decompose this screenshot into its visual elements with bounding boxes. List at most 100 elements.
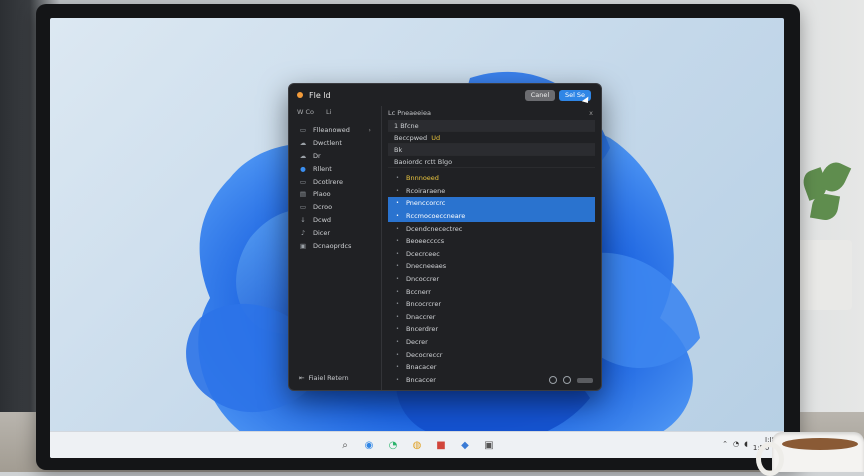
screen: Fle ld Canel Sel Se W Co Li ▭ Flleanowed ›… [50, 18, 784, 458]
breadcrumb-item[interactable]: Baoiordc rctt Blgo [388, 156, 595, 168]
file-row-label: Dncoccrer [406, 275, 440, 284]
edge-icon[interactable]: ◔ [386, 438, 400, 452]
sidebar-item-label: Dr [313, 151, 321, 160]
breadcrumb-label: 1 Bfcne [394, 121, 419, 130]
sidebar-item-label: Flleanowed [313, 126, 350, 135]
search-icon[interactable]: ⌕ [338, 438, 352, 452]
pane-title: Lc Pneaeeiea [388, 109, 431, 117]
sidebar-tab[interactable]: Li [326, 108, 331, 116]
file-row[interactable]: • Rccmocoeccneare [388, 209, 595, 223]
view-toggle-icon[interactable] [549, 376, 557, 384]
breadcrumb-item[interactable]: Beccpwed Ud [388, 132, 595, 144]
sidebar-tab[interactable]: W Co [297, 108, 314, 116]
file-row-label: Bnacacer [406, 363, 437, 372]
file-row-label: Dnecneeaes [406, 262, 447, 271]
files-icon[interactable]: ▣ [482, 438, 496, 452]
file-row-label: Bncerdrer [406, 325, 439, 334]
file-row[interactable]: • Dncoccrer [388, 273, 595, 286]
network-icon[interactable]: ◔ [733, 440, 739, 448]
sidebar-item[interactable]: ▣ Dcnaoprdcs [289, 239, 381, 252]
bullet-icon: • [396, 288, 399, 295]
file-list: • Bnnnoeed • Rcoiraraene • Pnenccorcrc • Rccmoc… [388, 172, 595, 386]
breadcrumb: 1 Bfcne Beccpwed Ud Bk Baoiordc rctt Blgo [388, 120, 595, 168]
file-row[interactable]: • Rcoiraraene [388, 185, 595, 198]
folder-icon: ▭ [299, 177, 307, 186]
pane-header: Lc Pneaeeiea x [382, 106, 601, 120]
chrome-icon[interactable]: ◍ [410, 438, 424, 452]
monitor: Fle ld Canel Sel Se W Co Li ▭ Flleanowed ›… [36, 4, 800, 470]
sidebar-item[interactable]: ● Rllent [289, 162, 381, 175]
sidebar-item[interactable]: ▭ Flleanowed › [289, 124, 381, 137]
chevron-up-icon[interactable]: ⌃ [722, 440, 728, 448]
file-row-label: Decocreccr [406, 350, 443, 359]
bullet-icon: • [396, 326, 399, 333]
bullet-icon: • [396, 250, 399, 257]
sidebar-item[interactable]: ☁ Dwctlent [289, 137, 381, 150]
browser-icon[interactable]: ◉ [362, 438, 376, 452]
bullet-icon: • [396, 313, 399, 320]
file-row-label: Dnaccrer [406, 312, 436, 321]
breadcrumb-item[interactable]: Bk [388, 144, 595, 156]
sidebar-item[interactable]: ▭ Dcroo [289, 201, 381, 214]
sidebar-item[interactable]: ☁ Dr [289, 150, 381, 163]
cloud-icon: ☁ [299, 139, 307, 148]
file-row-label: Bccnerr [406, 287, 431, 296]
file-row[interactable]: • Dnaccrer [388, 311, 595, 324]
file-row[interactable]: • Bncocrcrer [388, 298, 595, 311]
sidebar-item-label: Dwctlent [313, 139, 342, 148]
file-row-label: Beoeeccccs [406, 237, 445, 246]
file-row[interactable]: • Decrer [388, 336, 595, 349]
breadcrumb-label: Baoiordc rctt Blgo [394, 157, 453, 166]
settings-icon[interactable]: ◆ [458, 438, 472, 452]
taskbar-icons: ⌕ ◉ ◔ ◍ ■ ◆ ▣ [333, 438, 501, 452]
sidebar-item[interactable]: ▤ Plaoo [289, 188, 381, 201]
volume-icon[interactable]: ◖ [744, 440, 748, 448]
store-icon[interactable]: ■ [434, 438, 448, 452]
dialog-titlebar: Fle ld Canel Sel Se [289, 84, 601, 106]
file-row-label: Dcendcnecectrec [406, 224, 463, 233]
sidebar-item[interactable]: ↓ Dcwd [289, 214, 381, 227]
file-row-label: Bnnnoeed [406, 174, 439, 183]
folder-icon: ▭ [299, 126, 307, 135]
bullet-icon: • [396, 276, 399, 283]
file-row[interactable]: • Bccnerr [388, 285, 595, 298]
sidebar-footer[interactable]: ⇤ Fiaiel Retern [299, 374, 349, 382]
file-row[interactable]: • Bnnnoeed [388, 172, 595, 185]
bullet-icon: • [396, 364, 399, 371]
file-row[interactable]: • Dcecrceec [388, 248, 595, 261]
app-icon [297, 92, 303, 98]
sidebar-footer-label: Fiaiel Retern [308, 374, 349, 382]
mug-handle [756, 442, 784, 476]
music-icon: ♪ [300, 228, 306, 237]
file-picker-dialog: Fle ld Canel Sel Se W Co Li ▭ Flleanowed ›… [288, 83, 602, 391]
file-list-pane: Lc Pneaeeiea x 1 Bfcne Beccpwed Ud Bk Bao… [382, 106, 601, 390]
info-icon[interactable] [563, 376, 571, 384]
coffee-mug [756, 432, 864, 476]
breadcrumb-tag: Ud [431, 133, 441, 142]
file-row[interactable]: • Dcendcnecectrec [388, 222, 595, 235]
document-icon: ▤ [299, 190, 307, 199]
close-icon[interactable]: x [589, 109, 593, 117]
sidebar-item-label: Dicer [313, 228, 331, 237]
sidebar-header: W Co Li [289, 106, 381, 124]
cloud-icon: ☁ [299, 151, 307, 160]
cancel-button[interactable]: Canel [525, 90, 555, 101]
sidebar-item[interactable]: ♪ Dicer [289, 226, 381, 239]
file-row-label: Decrer [406, 338, 428, 347]
file-row[interactable]: • Pnenccorcrc [388, 197, 595, 210]
chevron-icon: › [368, 126, 371, 135]
download-icon: ↓ [300, 215, 306, 224]
file-row[interactable]: • Dnecneeaes [388, 260, 595, 273]
plant [794, 158, 854, 250]
file-row-label: Rcoiraraene [406, 186, 446, 195]
return-icon: ⇤ [299, 374, 305, 382]
sidebar-item[interactable]: ▭ Dcotlrere [289, 175, 381, 188]
sidebar: W Co Li ▭ Flleanowed › ☁ Dwctlent ☁ Dr ● Rlle… [289, 106, 382, 390]
zoom-slider[interactable] [577, 377, 593, 383]
file-row[interactable]: • Bnacacer [388, 361, 595, 374]
breadcrumb-item[interactable]: 1 Bfcne [388, 120, 595, 132]
bullet-icon: • [396, 213, 399, 220]
file-row[interactable]: • Bncerdrer [388, 323, 595, 336]
file-row[interactable]: • Decocreccr [388, 348, 595, 361]
file-row[interactable]: • Beoeeccccs [388, 235, 595, 248]
